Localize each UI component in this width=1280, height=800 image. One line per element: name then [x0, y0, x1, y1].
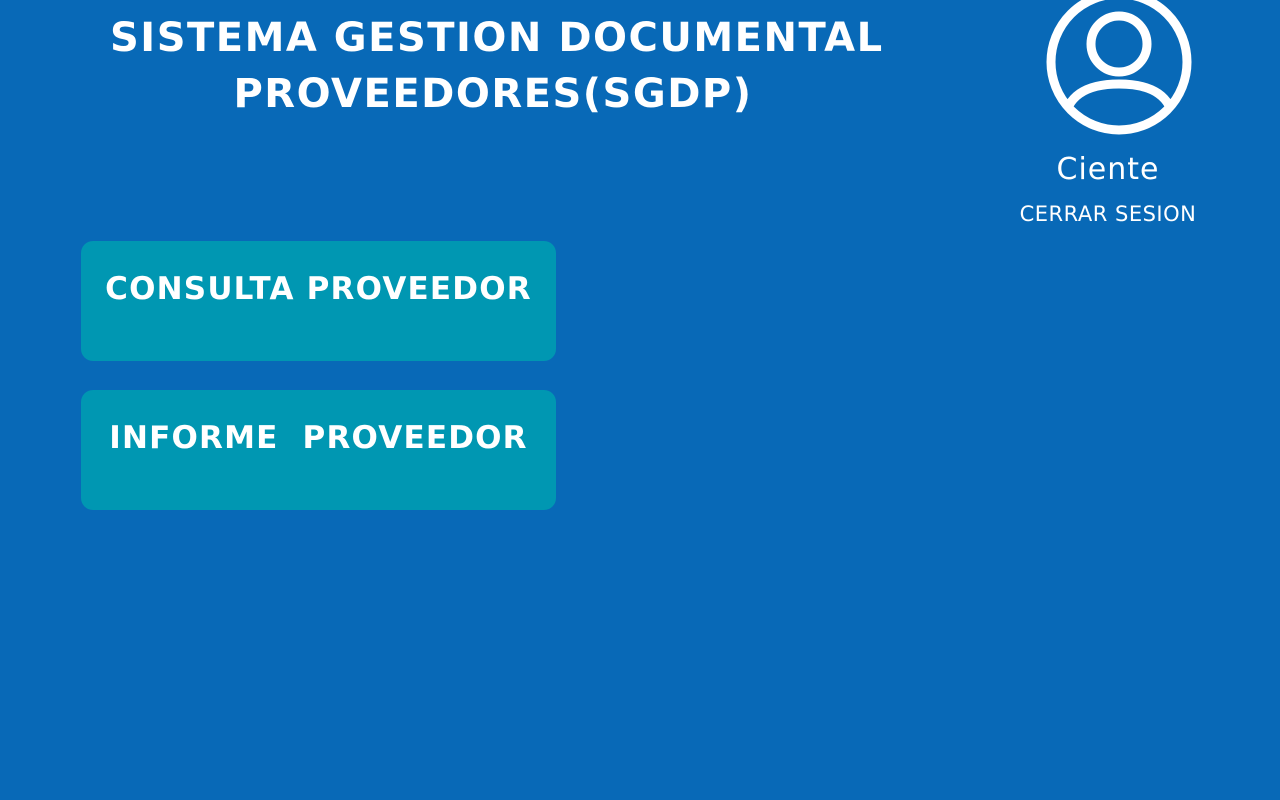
page-title-line-1: SISTEMA GESTION DOCUMENTAL	[110, 15, 884, 61]
informe-proveedor-label: INFORME PROVEEDOR	[109, 420, 528, 456]
informe-proveedor-button[interactable]: INFORME PROVEEDOR	[81, 390, 556, 510]
user-name: Ciente	[1056, 152, 1160, 187]
logout-button[interactable]: CERRAR SESION	[998, 200, 1218, 228]
consulta-proveedor-button[interactable]: CONSULTA PROVEEDOR	[81, 241, 556, 361]
user-circle-icon[interactable]	[1044, 0, 1194, 138]
page-title: SISTEMA GESTION DOCUMENTAL PROVEEDORES(S…	[110, 10, 884, 122]
page-title-line-2: PROVEEDORES(SGDP)	[233, 71, 753, 117]
user-panel: Ciente CERRAR SESION	[998, 0, 1218, 240]
consulta-proveedor-label: CONSULTA PROVEEDOR	[105, 271, 532, 307]
